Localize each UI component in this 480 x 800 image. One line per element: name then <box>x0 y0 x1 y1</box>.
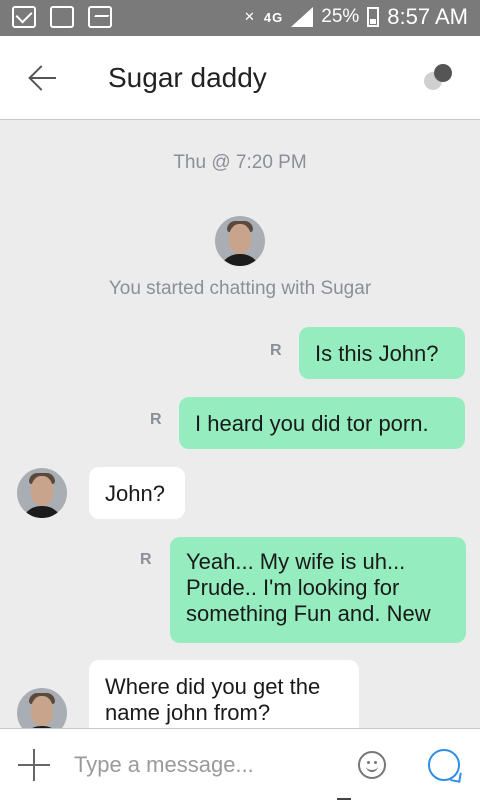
avatar[interactable] <box>215 216 265 266</box>
status-bar: ✕ 4G 25% 8:57 AM <box>0 0 480 36</box>
message-input[interactable] <box>74 749 334 781</box>
toggle-dots-icon[interactable] <box>424 64 452 92</box>
battery-percent: 25% <box>321 6 360 27</box>
battery-icon <box>367 7 380 27</box>
conversation-title: Sugar daddy <box>108 62 267 93</box>
clock: 8:57 AM <box>387 4 468 29</box>
outgoing-message[interactable]: Is this John? <box>299 327 465 379</box>
mail-icon <box>12 6 36 28</box>
arrow-left-icon[interactable] <box>28 64 58 92</box>
image-icon <box>88 6 112 28</box>
app-bar: Sugar daddy <box>0 36 480 120</box>
outgoing-message[interactable]: Yeah... My wife is uh... Prude.. I'm loo… <box>170 537 466 643</box>
date-stamp: Thu @ 7:20 PM <box>173 152 307 173</box>
network-type: 4G <box>263 9 284 25</box>
incoming-message[interactable]: John? <box>89 467 185 519</box>
read-receipt-icon: R <box>270 342 282 359</box>
smiley-icon[interactable] <box>358 751 386 779</box>
mute-icon: ✕ <box>244 9 256 24</box>
read-receipt-icon: R <box>140 551 152 568</box>
system-icons: ✕ 4G 25% 8:57 AM <box>244 4 468 30</box>
notification-icons <box>12 6 112 28</box>
chat-bubble-icon[interactable] <box>428 749 460 781</box>
signal-icon <box>291 7 314 27</box>
outgoing-message[interactable]: I heard you did tor porn. <box>179 397 465 449</box>
read-receipt-icon: R <box>150 411 162 428</box>
message-composer <box>0 728 480 800</box>
chat-started-notice: You started chatting with Sugar <box>108 278 372 299</box>
plus-icon[interactable] <box>18 749 50 781</box>
sync-icon <box>50 6 74 28</box>
avatar[interactable] <box>17 468 67 518</box>
